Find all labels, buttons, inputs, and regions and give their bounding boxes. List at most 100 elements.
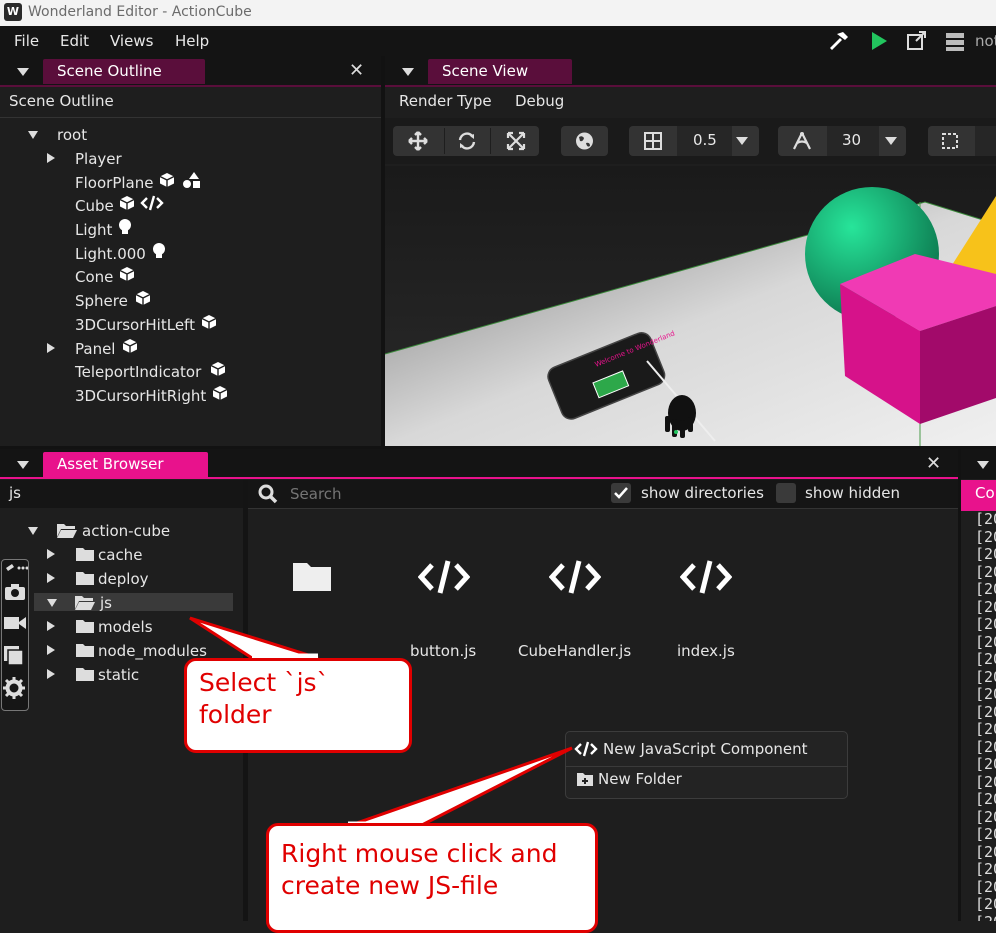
tree-folder-js[interactable]: js bbox=[100, 594, 112, 612]
server-icon[interactable] bbox=[944, 30, 968, 52]
menu-edit[interactable]: Edit bbox=[60, 32, 89, 50]
callout-line: Right mouse click and bbox=[281, 839, 558, 868]
scene-viewport[interactable]: Welcome to Wonderland bbox=[385, 166, 996, 446]
angle-snap-icon[interactable] bbox=[791, 131, 813, 151]
folder-open-icon bbox=[75, 596, 95, 610]
cube-icon bbox=[135, 291, 151, 305]
panel-menu-icon[interactable] bbox=[402, 68, 414, 76]
tree-folder-deploy[interactable]: deploy bbox=[98, 570, 149, 588]
rotate-icon[interactable] bbox=[456, 131, 478, 151]
console-line: [20 bbox=[975, 685, 996, 703]
tree-folder-cache[interactable]: cache bbox=[98, 546, 142, 564]
new-javascript-component-item[interactable]: New JavaScript Component bbox=[603, 740, 808, 758]
console-line: [20 bbox=[975, 860, 996, 878]
file-name[interactable]: CubeHandler.js bbox=[518, 642, 631, 660]
menu-views[interactable]: Views bbox=[110, 32, 153, 50]
frame-icon[interactable] bbox=[941, 132, 959, 150]
callout-select-js: Select `js` folder bbox=[184, 658, 412, 753]
expand-folder-icon[interactable] bbox=[47, 549, 55, 559]
expand-folder-icon[interactable] bbox=[47, 645, 55, 655]
scene-node-cone[interactable]: Cone bbox=[75, 268, 113, 286]
tree-folder-static[interactable]: static bbox=[98, 666, 139, 684]
menu-bar: File Edit Views Help not bbox=[0, 26, 996, 56]
grid-snap-value[interactable]: 0.5 bbox=[693, 131, 717, 149]
scene-node-3dcursorhitright[interactable]: 3DCursorHitRight bbox=[75, 387, 206, 405]
folder-icon bbox=[76, 644, 94, 657]
external-link-icon[interactable] bbox=[905, 30, 929, 52]
code-file-icon[interactable] bbox=[418, 559, 470, 595]
tab-console[interactable]: Co bbox=[975, 484, 995, 502]
file-name[interactable]: index.js bbox=[677, 642, 735, 660]
layers-icon[interactable] bbox=[3, 645, 25, 667]
path-field[interactable] bbox=[0, 480, 243, 508]
tab-scene-view[interactable]: Scene View bbox=[428, 59, 572, 84]
search-input[interactable] bbox=[290, 482, 590, 506]
console-line: [20 bbox=[975, 790, 996, 808]
scene-node-light-000[interactable]: Light.000 bbox=[75, 245, 146, 263]
scene-outline-header: Scene Outline bbox=[9, 92, 114, 110]
panel-menu-icon[interactable] bbox=[977, 461, 989, 469]
scale-icon[interactable] bbox=[505, 131, 527, 151]
cube-icon bbox=[201, 315, 217, 329]
link-icon[interactable] bbox=[4, 562, 28, 574]
expand-root-icon[interactable] bbox=[28, 131, 38, 139]
scene-node-cube[interactable]: Cube bbox=[75, 197, 114, 215]
console-line: [20 bbox=[975, 650, 996, 668]
cube-icon bbox=[159, 173, 175, 187]
angle-snap-dropdown-icon[interactable] bbox=[885, 137, 897, 145]
folder-icon[interactable] bbox=[291, 559, 333, 593]
angle-snap-value[interactable]: 30 bbox=[842, 131, 861, 149]
panel-menu-icon[interactable] bbox=[17, 461, 29, 469]
video-icon[interactable] bbox=[3, 615, 27, 631]
window-title: Wonderland Editor - ActionCube bbox=[28, 4, 252, 20]
cube-icon bbox=[119, 196, 135, 210]
expand-folder-icon[interactable] bbox=[47, 573, 55, 583]
grid-snap-dropdown-icon[interactable] bbox=[736, 137, 748, 145]
tree-root-folder[interactable]: action-cube bbox=[82, 522, 170, 540]
settings-icon[interactable] bbox=[3, 677, 25, 699]
debug-menu[interactable]: Debug bbox=[515, 92, 564, 110]
show-hidden-checkbox[interactable] bbox=[776, 483, 796, 503]
camera-icon[interactable] bbox=[4, 583, 26, 601]
code-file-icon[interactable] bbox=[549, 559, 601, 595]
close-icon[interactable]: ✕ bbox=[349, 60, 364, 81]
tab-scene-outline[interactable]: Scene Outline bbox=[43, 59, 205, 84]
console-line: [20 bbox=[975, 527, 996, 546]
expand-root-folder-icon[interactable] bbox=[28, 527, 38, 535]
expand-folder-icon[interactable] bbox=[47, 669, 55, 679]
close-icon[interactable]: ✕ bbox=[926, 453, 941, 474]
tree-root[interactable]: root bbox=[57, 126, 87, 144]
new-folder-item[interactable]: New Folder bbox=[598, 770, 682, 788]
expand-player-icon[interactable] bbox=[47, 153, 55, 163]
menu-help[interactable]: Help bbox=[175, 32, 209, 50]
callout-line: create new JS-file bbox=[281, 871, 499, 900]
scene-node-teleportindicator[interactable]: TeleportIndicator bbox=[75, 363, 201, 381]
lightbulb-icon bbox=[119, 219, 131, 234]
expand-folder-icon[interactable] bbox=[47, 621, 55, 631]
collapse-folder-icon[interactable] bbox=[47, 599, 57, 607]
console-line: [20 bbox=[975, 510, 996, 528]
hammer-icon[interactable] bbox=[827, 30, 851, 52]
menu-file[interactable]: File bbox=[14, 32, 39, 50]
code-icon bbox=[140, 195, 164, 211]
play-icon[interactable] bbox=[867, 30, 891, 52]
scene-node-sphere[interactable]: Sphere bbox=[75, 292, 128, 310]
scene-node-light[interactable]: Light bbox=[75, 221, 112, 239]
code-file-icon[interactable] bbox=[680, 559, 732, 595]
grid-icon[interactable] bbox=[644, 132, 662, 150]
panel-menu-icon[interactable] bbox=[17, 68, 29, 76]
render-type-menu[interactable]: Render Type bbox=[399, 92, 492, 110]
console-line: [20 bbox=[975, 615, 996, 633]
console-line: [20 bbox=[975, 895, 996, 913]
scene-node-floorplane[interactable]: FloorPlane bbox=[75, 174, 153, 192]
scene-node-3dcursorhitleft[interactable]: 3DCursorHitLeft bbox=[75, 316, 195, 334]
folder-icon bbox=[76, 572, 94, 585]
tab-asset-browser[interactable]: Asset Browser bbox=[43, 452, 208, 477]
move-icon[interactable] bbox=[407, 131, 429, 151]
cube-icon bbox=[212, 386, 228, 400]
tree-folder-models[interactable]: models bbox=[98, 618, 153, 636]
expand-panel-icon[interactable] bbox=[47, 343, 55, 353]
console-log: [20[20[20[20[20[20[20[20[20[20[20[20[20[… bbox=[975, 510, 996, 921]
scene-node-panel[interactable]: Panel bbox=[75, 340, 115, 358]
scene-node-player[interactable]: Player bbox=[75, 150, 122, 168]
